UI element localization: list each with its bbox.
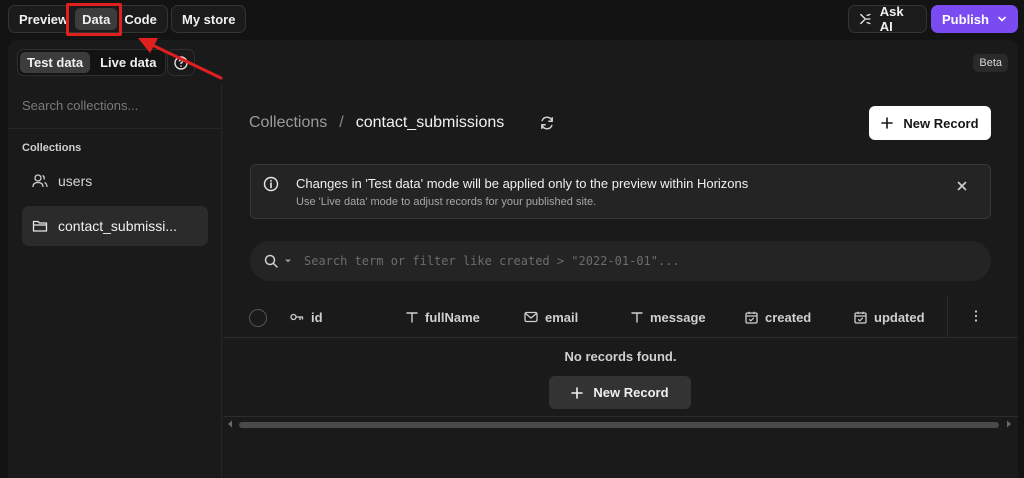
- my-store-button[interactable]: My store: [171, 5, 247, 33]
- test-data-tab[interactable]: Test data: [20, 52, 91, 73]
- empty-state-text: No records found.: [564, 349, 677, 364]
- sparkle-icon: [860, 13, 871, 25]
- column-divider: [947, 296, 948, 338]
- collections-heading: Collections: [22, 142, 82, 154]
- plus-icon: [571, 386, 584, 399]
- column-updated[interactable]: updated: [854, 296, 925, 338]
- scrollbar-thumb[interactable]: [239, 422, 999, 428]
- banner-subtitle: Use 'Live data' mode to adjust records f…: [296, 196, 597, 208]
- mail-icon: [524, 311, 538, 323]
- new-record-button-empty-state[interactable]: New Record: [549, 376, 691, 409]
- caret-down-icon[interactable]: [284, 257, 292, 265]
- collection-content: Collections / contact_submissions New Re…: [223, 84, 1018, 478]
- breadcrumb-separator: /: [339, 114, 344, 131]
- breadcrumb-collections[interactable]: Collections: [249, 114, 327, 132]
- users-icon: [32, 174, 48, 188]
- chevron-down-icon: [998, 16, 1006, 22]
- breadcrumb: Collections / contact_submissions: [249, 114, 504, 132]
- new-record-label: New Record: [903, 115, 979, 131]
- new-record-button[interactable]: New Record: [869, 106, 991, 140]
- info-icon: [263, 176, 279, 192]
- top-bar: Preview Data Code My store Ask AI Publis…: [0, 0, 1024, 40]
- select-all-checkbox[interactable]: [249, 309, 267, 327]
- help-circle-icon: [174, 55, 188, 70]
- collections-search-input[interactable]: Search collections...: [22, 98, 138, 113]
- column-label: fullName: [425, 309, 480, 325]
- test-mode-info-banner: Changes in 'Test data' mode will be appl…: [250, 164, 991, 219]
- sidebar-item-label: users: [58, 173, 93, 189]
- refresh-icon[interactable]: [539, 115, 555, 131]
- ask-ai-label: Ask AI: [879, 4, 904, 34]
- column-email[interactable]: email: [524, 296, 578, 338]
- divider: [8, 128, 222, 129]
- breadcrumb-current: contact_submissions: [355, 114, 505, 131]
- column-label: message: [650, 309, 706, 325]
- sidebar-item-users[interactable]: users: [22, 161, 208, 201]
- column-created[interactable]: created: [745, 296, 811, 338]
- text-type-icon: [631, 312, 643, 323]
- help-button[interactable]: [167, 49, 195, 76]
- beta-badge: Beta: [973, 54, 1008, 72]
- horizontal-scrollbar[interactable]: [223, 416, 1018, 430]
- collections-sidebar: Search collections... Collections users …: [8, 84, 222, 478]
- column-label: id: [311, 309, 323, 325]
- publish-button[interactable]: Publish: [931, 5, 1018, 33]
- column-message[interactable]: message: [631, 296, 706, 338]
- column-label: updated: [874, 309, 925, 325]
- tab-code[interactable]: Code: [117, 8, 164, 30]
- banner-title: Changes in 'Test data' mode will be appl…: [296, 176, 749, 191]
- publish-label: Publish: [942, 11, 989, 27]
- close-icon[interactable]: [956, 180, 968, 192]
- scroll-left-icon[interactable]: [227, 420, 233, 428]
- data-panel: Test data Live data Beta Search collecti…: [8, 40, 1018, 478]
- calendar-check-icon: [745, 311, 758, 324]
- text-type-icon: [406, 312, 418, 323]
- folder-icon: [32, 220, 48, 232]
- sidebar-item-label: contact_submissi...: [58, 218, 178, 234]
- annotation-highlight-box: [66, 3, 122, 36]
- new-record-label: New Record: [593, 385, 669, 400]
- table-header: id fullName email message created update…: [223, 296, 1018, 338]
- records-search-input[interactable]: Search term or filter like created > "20…: [304, 254, 680, 268]
- live-data-tab[interactable]: Live data: [93, 52, 163, 73]
- ask-ai-button[interactable]: Ask AI: [848, 4, 927, 34]
- column-id[interactable]: id: [290, 296, 323, 338]
- column-label: email: [545, 309, 579, 325]
- data-mode-toggle: Test data Live data: [17, 49, 167, 76]
- column-label: created: [765, 309, 812, 325]
- sidebar-item-contact-submissions[interactable]: contact_submissi...: [22, 206, 208, 246]
- my-store-label: My store: [182, 11, 236, 27]
- more-vertical-icon[interactable]: [969, 309, 983, 323]
- search-icon: [264, 254, 278, 268]
- records-search-bar[interactable]: Search term or filter like created > "20…: [250, 241, 991, 281]
- key-icon: [290, 313, 304, 321]
- column-fullname[interactable]: fullName: [406, 296, 480, 338]
- calendar-check-icon: [854, 311, 867, 324]
- plus-icon: [881, 117, 894, 129]
- scroll-right-icon[interactable]: [1006, 420, 1012, 428]
